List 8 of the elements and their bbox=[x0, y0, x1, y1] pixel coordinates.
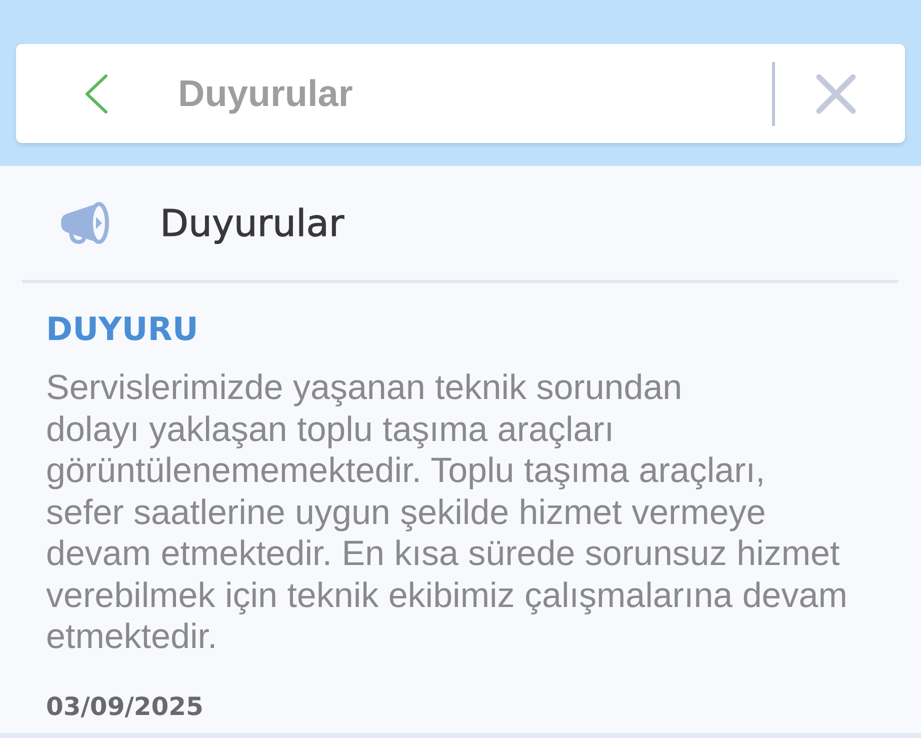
announcement-label: DUYURU bbox=[46, 309, 198, 349]
close-icon bbox=[815, 72, 857, 114]
announcement-date: 03/09/2025 bbox=[46, 692, 204, 722]
section-title: Duyurular bbox=[160, 202, 344, 244]
megaphone-icon bbox=[60, 201, 110, 245]
announcement-text: Servislerimizde yaşanan teknik sorundan dolayı yaklaşan toplu taşıma araçları görüntülenememektedir. Toplu taşıma araçları, sefer saatlerine uygun şekilde hizmet vermeye devam etmektedir. En kısa sürede sorunsuz hizmet verebilmek için teknik ekibimiz çalışmalarına devam etmektedir. bbox=[46, 367, 848, 658]
app-bar-title: Duyurular bbox=[178, 72, 353, 114]
close-button[interactable] bbox=[815, 72, 857, 114]
